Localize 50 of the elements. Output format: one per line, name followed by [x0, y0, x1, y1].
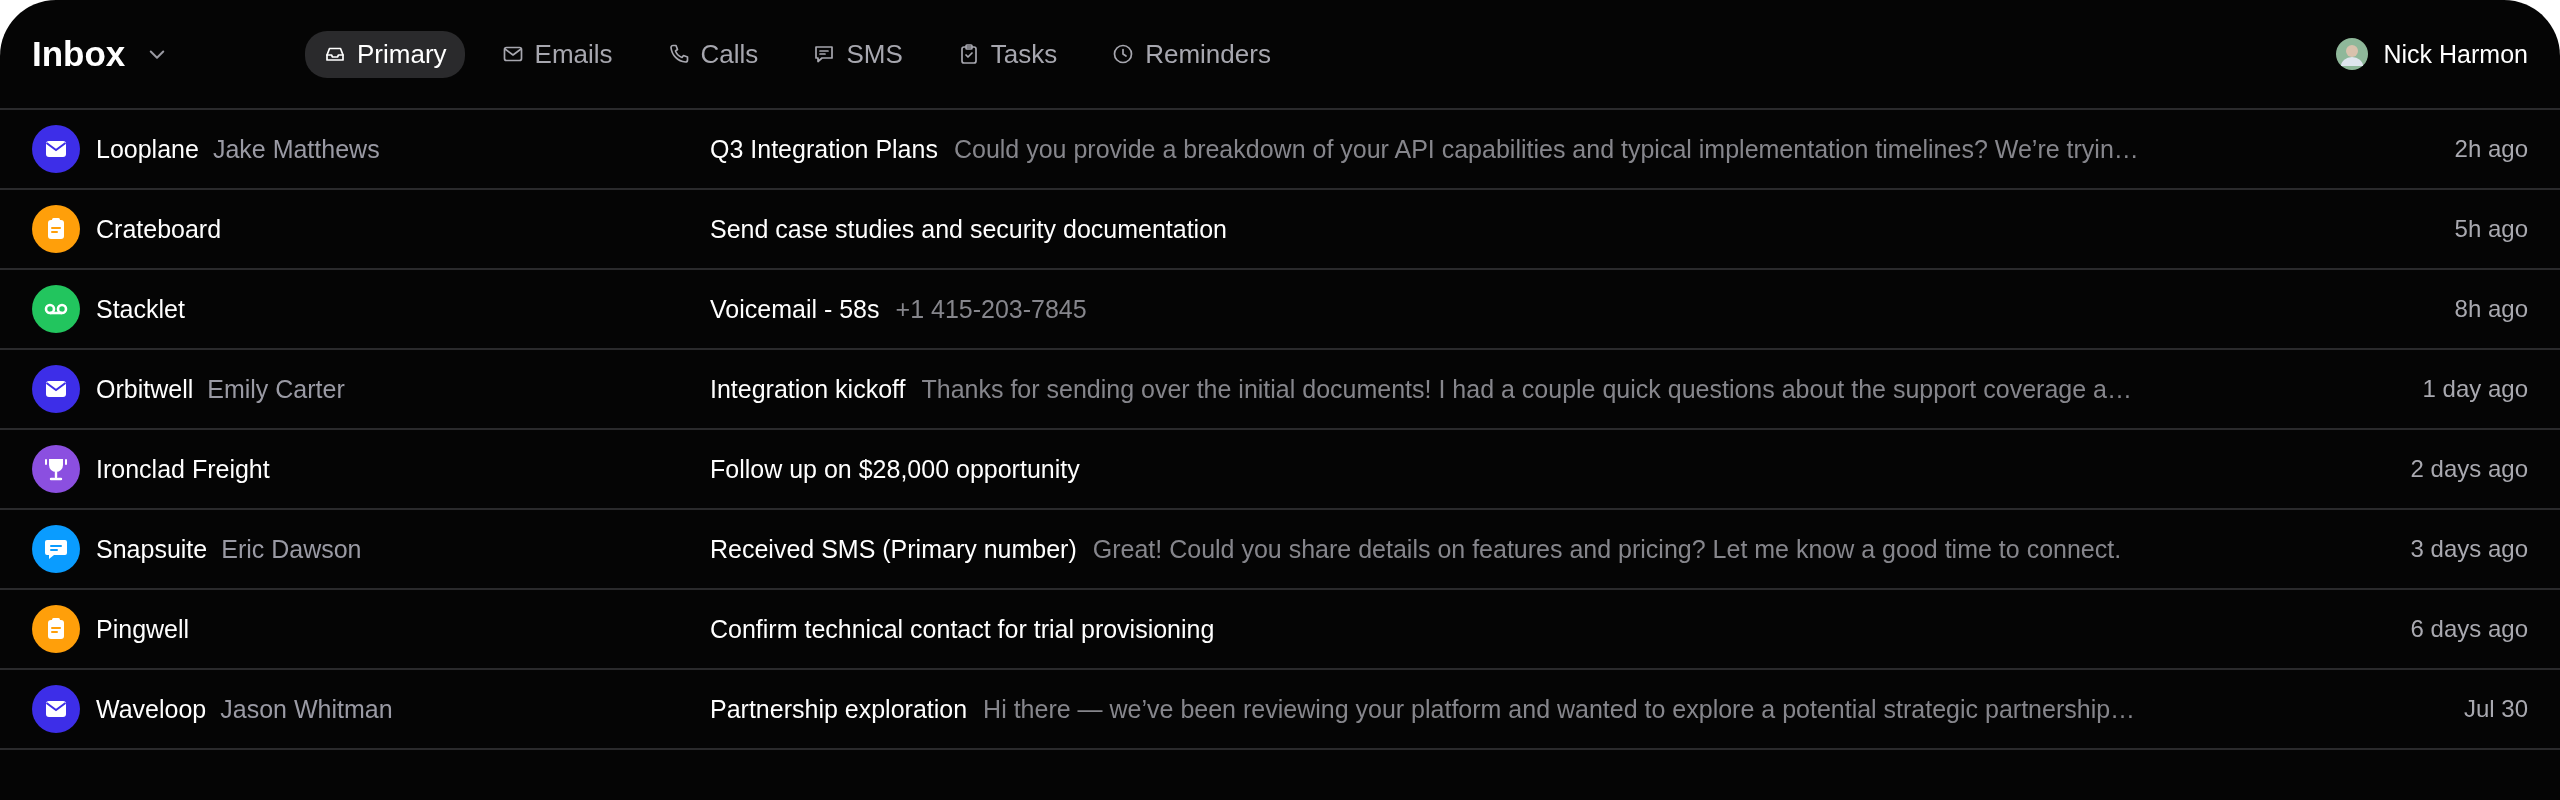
- clipboard-icon: [32, 205, 80, 253]
- message-subject[interactable]: Partnership exploration: [710, 694, 968, 724]
- message-subject[interactable]: Integration kickoff: [710, 374, 906, 404]
- timestamp: 2h ago: [2454, 135, 2528, 163]
- company-name[interactable]: Snapsuite: [96, 534, 208, 564]
- timestamp: 8h ago: [2454, 295, 2528, 323]
- message-subject[interactable]: Send case studies and security documentation: [710, 214, 1227, 244]
- message-preview: +1 415-203-7845: [895, 294, 1087, 324]
- tab[interactable]: Reminders: [1093, 30, 1289, 78]
- trophy-icon: [32, 445, 80, 493]
- timestamp: 5h ago: [2454, 215, 2528, 243]
- company-name[interactable]: Waveloop: [96, 694, 207, 724]
- tab[interactable]: Calls: [648, 30, 777, 78]
- company-name[interactable]: Ironclad Freight: [96, 454, 270, 484]
- message-subject[interactable]: Confirm technical contact for trial provisioning: [710, 614, 1215, 644]
- clipboard-icon: [32, 605, 80, 653]
- company-name[interactable]: Pingwell: [96, 614, 190, 644]
- envelope-icon: [32, 685, 80, 733]
- envelope-icon: [32, 365, 80, 413]
- company-name[interactable]: Orbitwell: [96, 374, 194, 404]
- tab[interactable]: Primary: [305, 30, 465, 78]
- company-name[interactable]: Crateboard: [96, 214, 222, 244]
- tab[interactable]: Emails: [482, 30, 631, 78]
- envelope-icon: [32, 125, 80, 173]
- timestamp: 1 day ago: [2422, 375, 2528, 403]
- user-name[interactable]: Nick Harmon: [2383, 39, 2528, 69]
- timestamp: 6 days ago: [2410, 615, 2528, 643]
- avatar-silhouette[interactable]: [2335, 38, 2368, 70]
- inbox-title: Inbox: [32, 34, 126, 74]
- contact-name: Jake Matthews: [212, 134, 380, 164]
- timestamp: 2 days ago: [2410, 455, 2528, 483]
- message-preview: Thanks for sending over the initial documents! I had a couple quick questions about the support coverage a…: [921, 374, 2132, 404]
- timestamp: 3 days ago: [2410, 535, 2528, 563]
- message-preview: Could you provide a breakdown of your API capabilities and typical implementation timelines? We’re tryin…: [953, 134, 2139, 164]
- timestamp: Jul 30: [2463, 695, 2528, 723]
- message-preview: Great! Could you share details on features and pricing? Let me know a good time to connect.: [1092, 534, 2122, 564]
- message-preview: Hi there — we’ve been reviewing your platform and wanted to explore a potential strategic partnership…: [983, 694, 2136, 724]
- message-subject[interactable]: Received SMS (Primary number): [710, 534, 1077, 564]
- contact-name: Jason Whitman: [220, 694, 393, 724]
- message-subject[interactable]: Q3 Integration Plans: [710, 134, 938, 164]
- message-subject[interactable]: Voicemail - 58s: [710, 294, 880, 324]
- chat-bubble-icon: [32, 525, 80, 573]
- company-name[interactable]: Looplane: [96, 134, 199, 164]
- voicemail-icon: [32, 285, 80, 333]
- message-subject[interactable]: Follow up on $28,000 opportunity: [710, 454, 1080, 484]
- contact-name: Eric Dawson: [221, 534, 362, 564]
- contact-name: Emily Carter: [207, 374, 345, 404]
- company-name[interactable]: Stacklet: [96, 294, 185, 324]
- tab[interactable]: SMS: [794, 30, 921, 78]
- tab[interactable]: Tasks: [938, 30, 1076, 78]
